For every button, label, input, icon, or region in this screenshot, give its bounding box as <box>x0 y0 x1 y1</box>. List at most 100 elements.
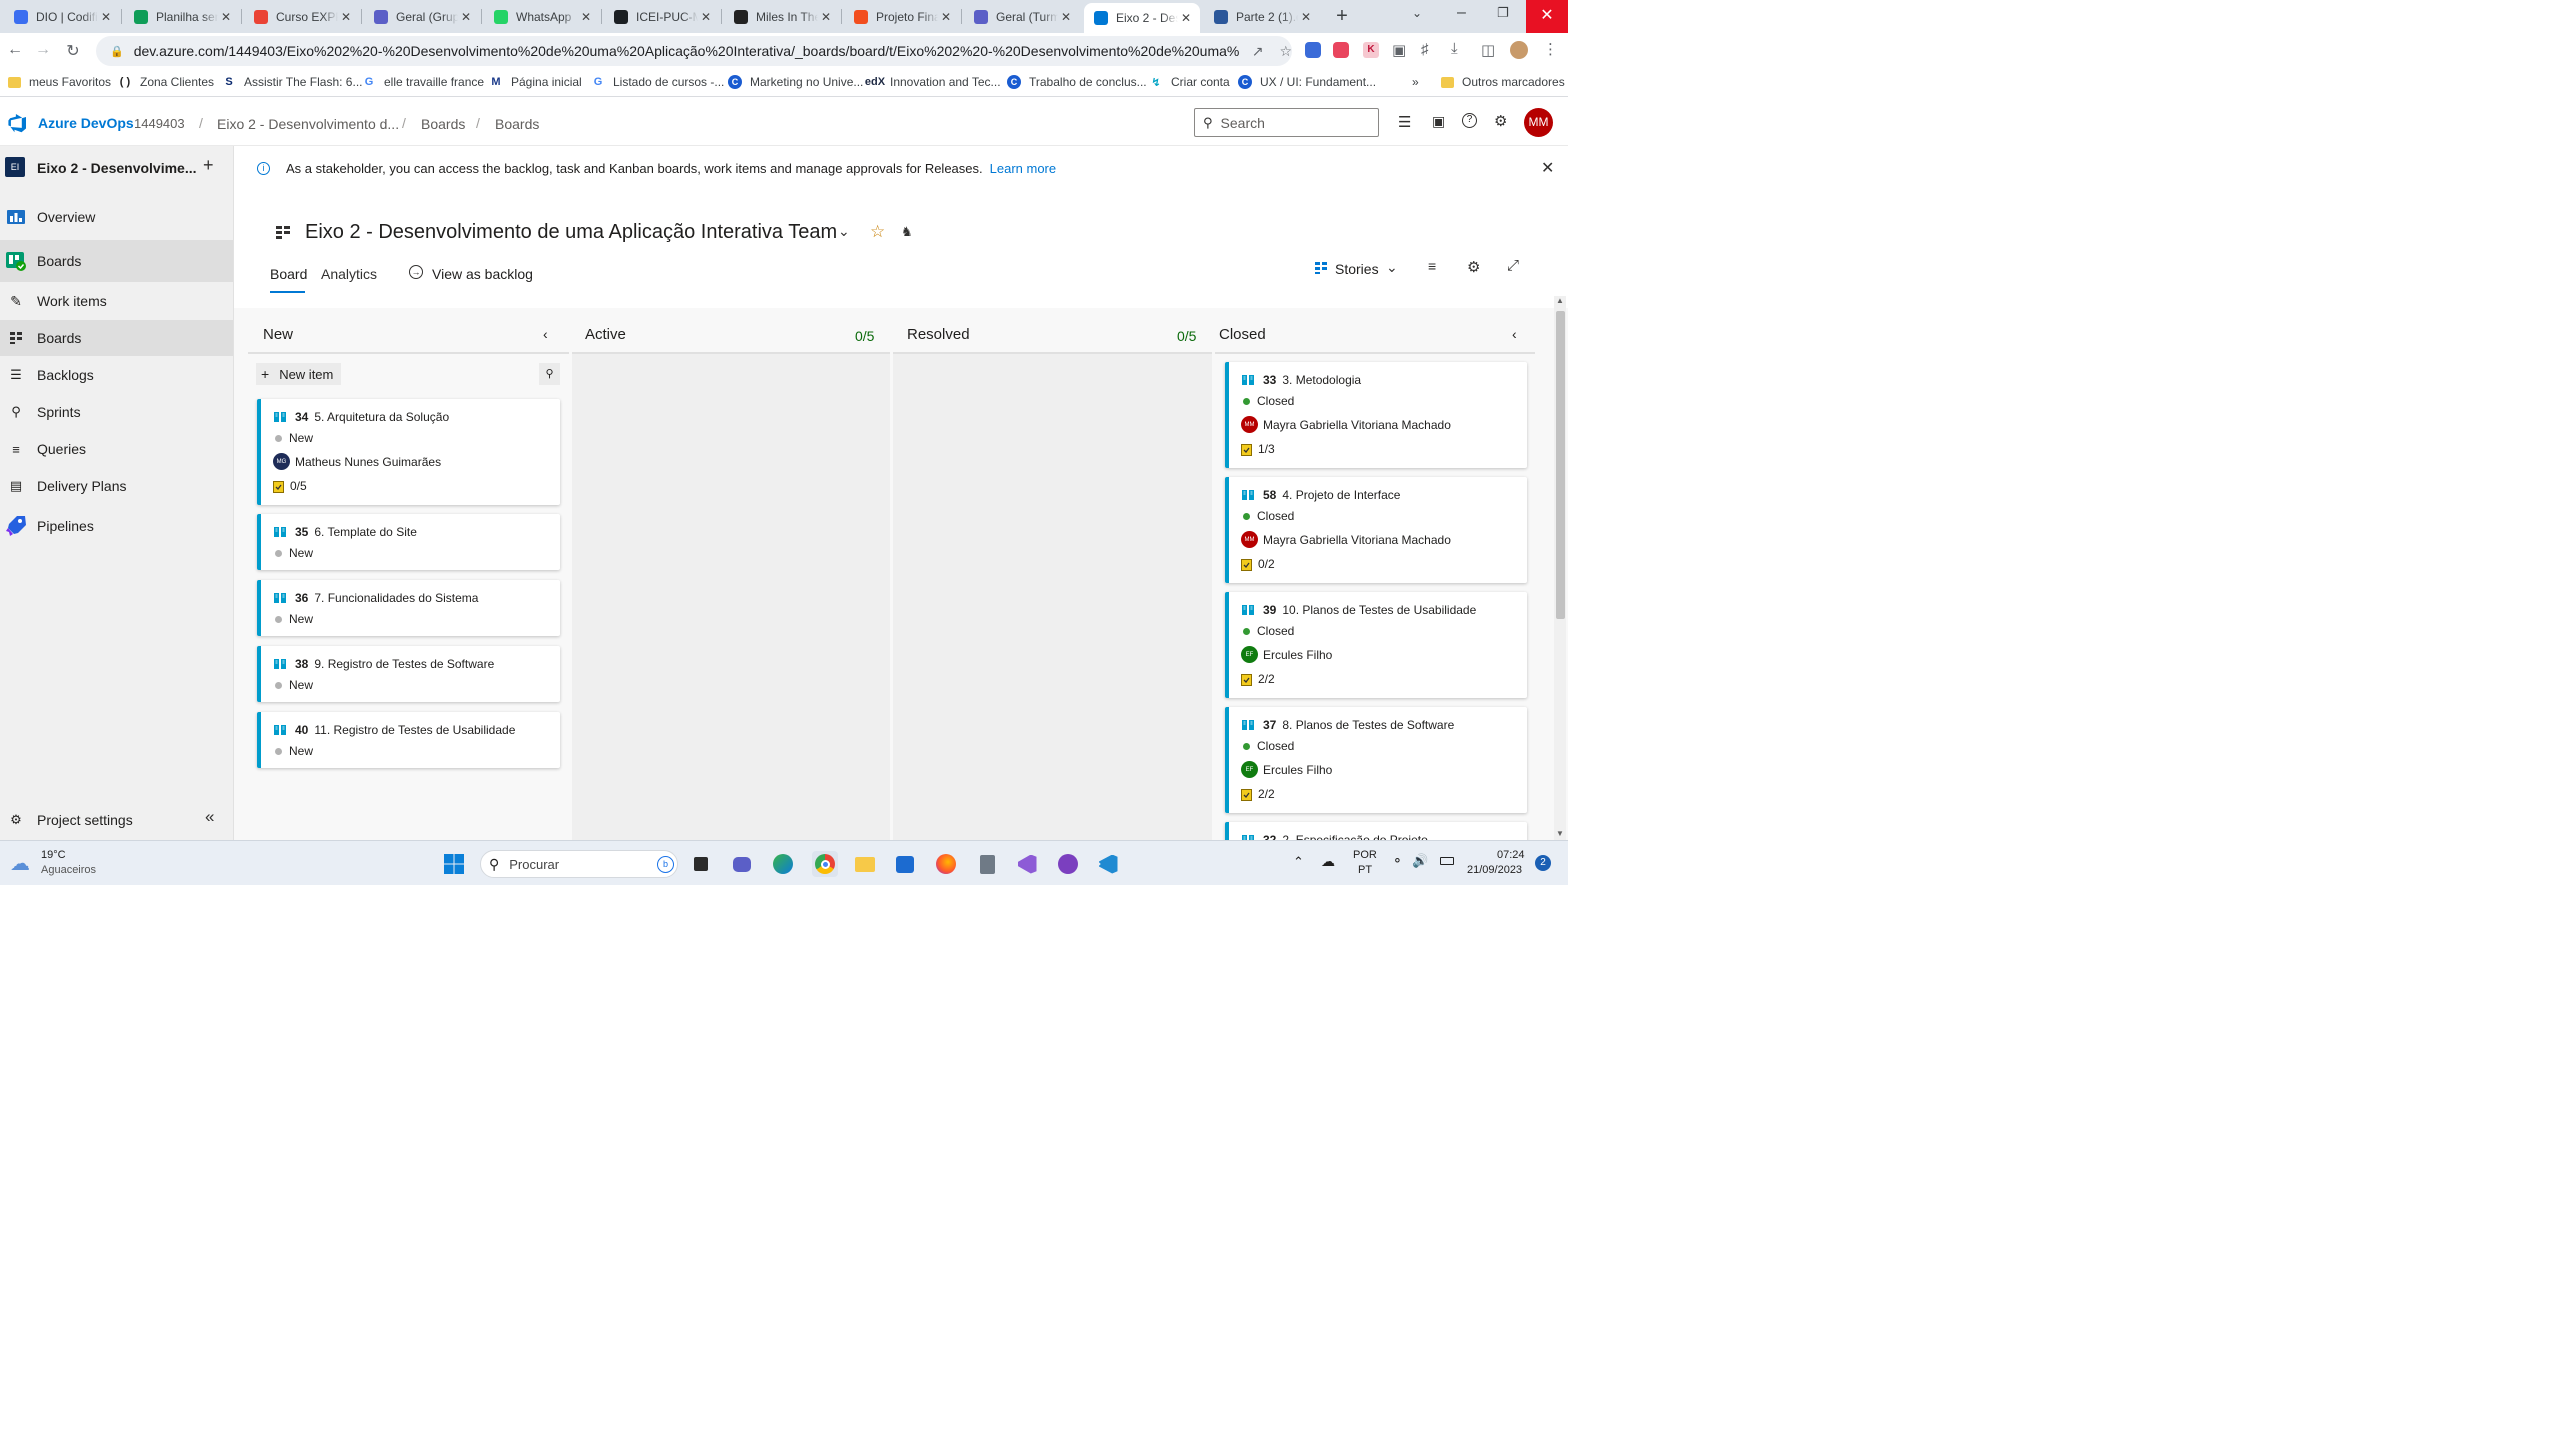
sidebar-item-work-items[interactable]: ✎ Work items <box>0 283 233 319</box>
url-bar[interactable]: 🔒 dev.azure.com/1449403/Eixo%202%20-%20D… <box>96 36 1292 66</box>
browser-tab[interactable]: Geral (Grupo✕ <box>364 4 480 29</box>
bookmark-item[interactable]: ( ) Zona Clientes <box>118 75 214 89</box>
card-title[interactable]: 6. Template do Site <box>314 525 417 539</box>
work-item-card[interactable]: 37 8. Planos de Testes de Software Closed E… <box>1225 707 1527 813</box>
clock-time[interactable]: 07:24 <box>1497 849 1525 861</box>
bookmark-item[interactable]: M Página inicial <box>489 75 581 89</box>
extension-icon-2[interactable] <box>1333 42 1349 58</box>
browser-tab[interactable]: ICEI-PUC-M ✕ <box>604 4 720 29</box>
profile-avatar[interactable] <box>1510 41 1528 59</box>
extension-icon-3[interactable]: K <box>1363 42 1379 58</box>
work-item-card[interactable]: 33 3. Metodologia Closed MM Mayra Gabriella … <box>1225 362 1527 468</box>
weather-temp[interactable]: 19°C <box>41 849 66 861</box>
card-state[interactable]: New <box>289 678 313 692</box>
team-members-icon[interactable]: ♞ <box>901 224 913 240</box>
card-state[interactable]: New <box>289 612 313 626</box>
teams-chat-icon[interactable] <box>729 851 755 877</box>
learn-more-link[interactable]: Learn more <box>990 161 1056 176</box>
forward-icon[interactable]: → <box>32 41 54 59</box>
weather-desc[interactable]: Aguaceiros <box>41 864 96 876</box>
work-item-card[interactable]: 34 5. Arquitetura da Solução New MG Matheus … <box>257 399 560 505</box>
store-icon[interactable] <box>892 851 918 877</box>
card-title[interactable]: 5. Arquitetura da Solução <box>314 410 449 424</box>
bookmark-item[interactable]: C Marketing no Unive... <box>728 75 863 89</box>
close-tab-icon[interactable]: ✕ <box>458 10 474 24</box>
bookmark-item[interactable]: ↯ Criar conta <box>1149 75 1229 89</box>
card-state[interactable]: Closed <box>1257 739 1294 753</box>
work-items-checklist-icon[interactable]: ☰ <box>1398 113 1411 131</box>
bookmark-star-icon[interactable]: ☆ <box>1279 43 1292 60</box>
azure-devops-logo-icon[interactable] <box>7 113 27 133</box>
browser-tab[interactable]: DIO | Codific ✕ <box>4 4 120 29</box>
product-name[interactable]: Azure DevOps <box>38 115 134 131</box>
sidebar-item-pipelines[interactable]: Pipelines <box>0 508 233 544</box>
close-tab-icon[interactable]: ✕ <box>818 10 834 24</box>
card-state[interactable]: New <box>289 744 313 758</box>
tab-search-icon[interactable]: ⌄ <box>1412 6 1422 20</box>
breadcrumb-boards[interactable]: Boards <box>495 116 539 132</box>
column-search-icon[interactable]: ⚲ <box>539 363 560 385</box>
browser-tab[interactable]: Curso EXPRE✕ <box>244 4 360 29</box>
scrollbar-thumb[interactable] <box>1556 311 1565 619</box>
reload-icon[interactable]: ↻ <box>62 41 84 61</box>
close-tab-icon[interactable]: ✕ <box>338 10 354 24</box>
chevron-down-icon[interactable]: ⌄ <box>1386 259 1398 276</box>
bookmark-item[interactable]: S Assistir The Flash: 6... <box>222 75 362 89</box>
close-tab-icon[interactable]: ✕ <box>98 10 114 24</box>
card-title[interactable]: 9. Registro de Testes de Software <box>314 657 494 671</box>
network-cloud-icon[interactable]: ☁ <box>1321 853 1335 870</box>
search-box[interactable]: ⚲ Search <box>1194 108 1379 137</box>
firefox-icon[interactable] <box>933 851 959 877</box>
card-title[interactable]: 7. Funcionalidades do Sistema <box>314 591 478 605</box>
card-task-progress[interactable]: 2/2 <box>1258 787 1275 801</box>
breadcrumb-boards-hub[interactable]: Boards <box>421 116 465 132</box>
bookmark-item[interactable]: meus Favoritos <box>8 75 111 89</box>
vscode-icon[interactable] <box>1095 851 1121 877</box>
input-language-1[interactable]: POR <box>1353 849 1377 861</box>
close-tab-icon[interactable]: ✕ <box>1298 10 1314 24</box>
browser-tab[interactable]: Eixo 2 - Des ✕ <box>1084 3 1200 33</box>
card-title[interactable]: 2. Especificação do Projeto <box>1282 833 1427 840</box>
battery-icon[interactable] <box>1440 857 1454 865</box>
minimize-icon[interactable]: – <box>1457 4 1466 22</box>
visual-studio-icon[interactable] <box>1014 851 1040 877</box>
restore-icon[interactable]: ❐ <box>1497 5 1509 21</box>
start-windows-icon[interactable] <box>441 851 467 877</box>
volume-icon[interactable]: 🔊 <box>1412 853 1428 869</box>
clock-date[interactable]: 21/09/2023 <box>1467 864 1522 876</box>
favorite-star-icon[interactable]: ☆ <box>870 222 885 242</box>
sidebar-item-sprints[interactable]: ⚲ Sprints <box>0 394 233 430</box>
card-task-progress[interactable]: 0/2 <box>1258 557 1275 571</box>
close-tab-icon[interactable]: ✕ <box>1178 11 1194 25</box>
card-title[interactable]: 3. Metodologia <box>1282 373 1361 387</box>
new-tab-button[interactable]: + <box>1332 5 1352 28</box>
browser-tab[interactable]: Projeto Final ✕ <box>844 4 960 29</box>
card-assignee[interactable]: Mayra Gabriella Vitoriana Machado <box>1263 533 1451 547</box>
task-view-icon[interactable] <box>688 851 714 877</box>
bookmark-item[interactable]: C UX / UI: Fundament... <box>1238 75 1376 89</box>
input-language-2[interactable]: PT <box>1358 864 1372 876</box>
sidebar-item-overview[interactable]: Overview <box>0 199 233 235</box>
sidebar-item-backlogs[interactable]: ☰ Backlogs <box>0 357 233 393</box>
breadcrumb-project[interactable]: Eixo 2 - Desenvolvimento d... <box>217 116 399 132</box>
browser-tab[interactable]: Parte 2 (1).d ✕ <box>1204 4 1320 29</box>
project-settings-button[interactable]: ⚙ Project settings <box>0 802 233 838</box>
view-as-backlog-button[interactable]: View as backlog <box>432 266 533 282</box>
user-avatar[interactable]: MM <box>1524 108 1553 137</box>
bookmarks-more[interactable]: » <box>1412 75 1419 89</box>
work-item-card[interactable]: 39 10. Planos de Testes de Usabilidade Clo… <box>1225 592 1527 698</box>
browser-tab[interactable]: Planilha sem ✕ <box>124 4 240 29</box>
card-state[interactable]: Closed <box>1257 624 1294 638</box>
team-dropdown-chevron-icon[interactable]: ⌄ <box>838 223 850 240</box>
taskbar-search[interactable]: ⚲ Procurar b <box>480 850 678 878</box>
card-assignee[interactable]: Matheus Nunes Guimarães <box>295 455 441 469</box>
sidebar-item-queries[interactable]: ≡ Queries <box>0 431 233 467</box>
card-title[interactable]: 4. Projeto de Interface <box>1282 488 1400 502</box>
project-name[interactable]: Eixo 2 - Desenvolvime... <box>37 160 197 176</box>
edge-icon[interactable] <box>770 851 796 877</box>
wifi-icon[interactable]: ⚬ <box>1392 853 1403 869</box>
browser-tab[interactable]: Geral (Turma✕ <box>964 4 1080 29</box>
close-tab-icon[interactable]: ✕ <box>1058 10 1074 24</box>
chrome-icon[interactable] <box>812 851 838 877</box>
sidebar-item-delivery-plans[interactable]: ▤ Delivery Plans <box>0 468 233 504</box>
